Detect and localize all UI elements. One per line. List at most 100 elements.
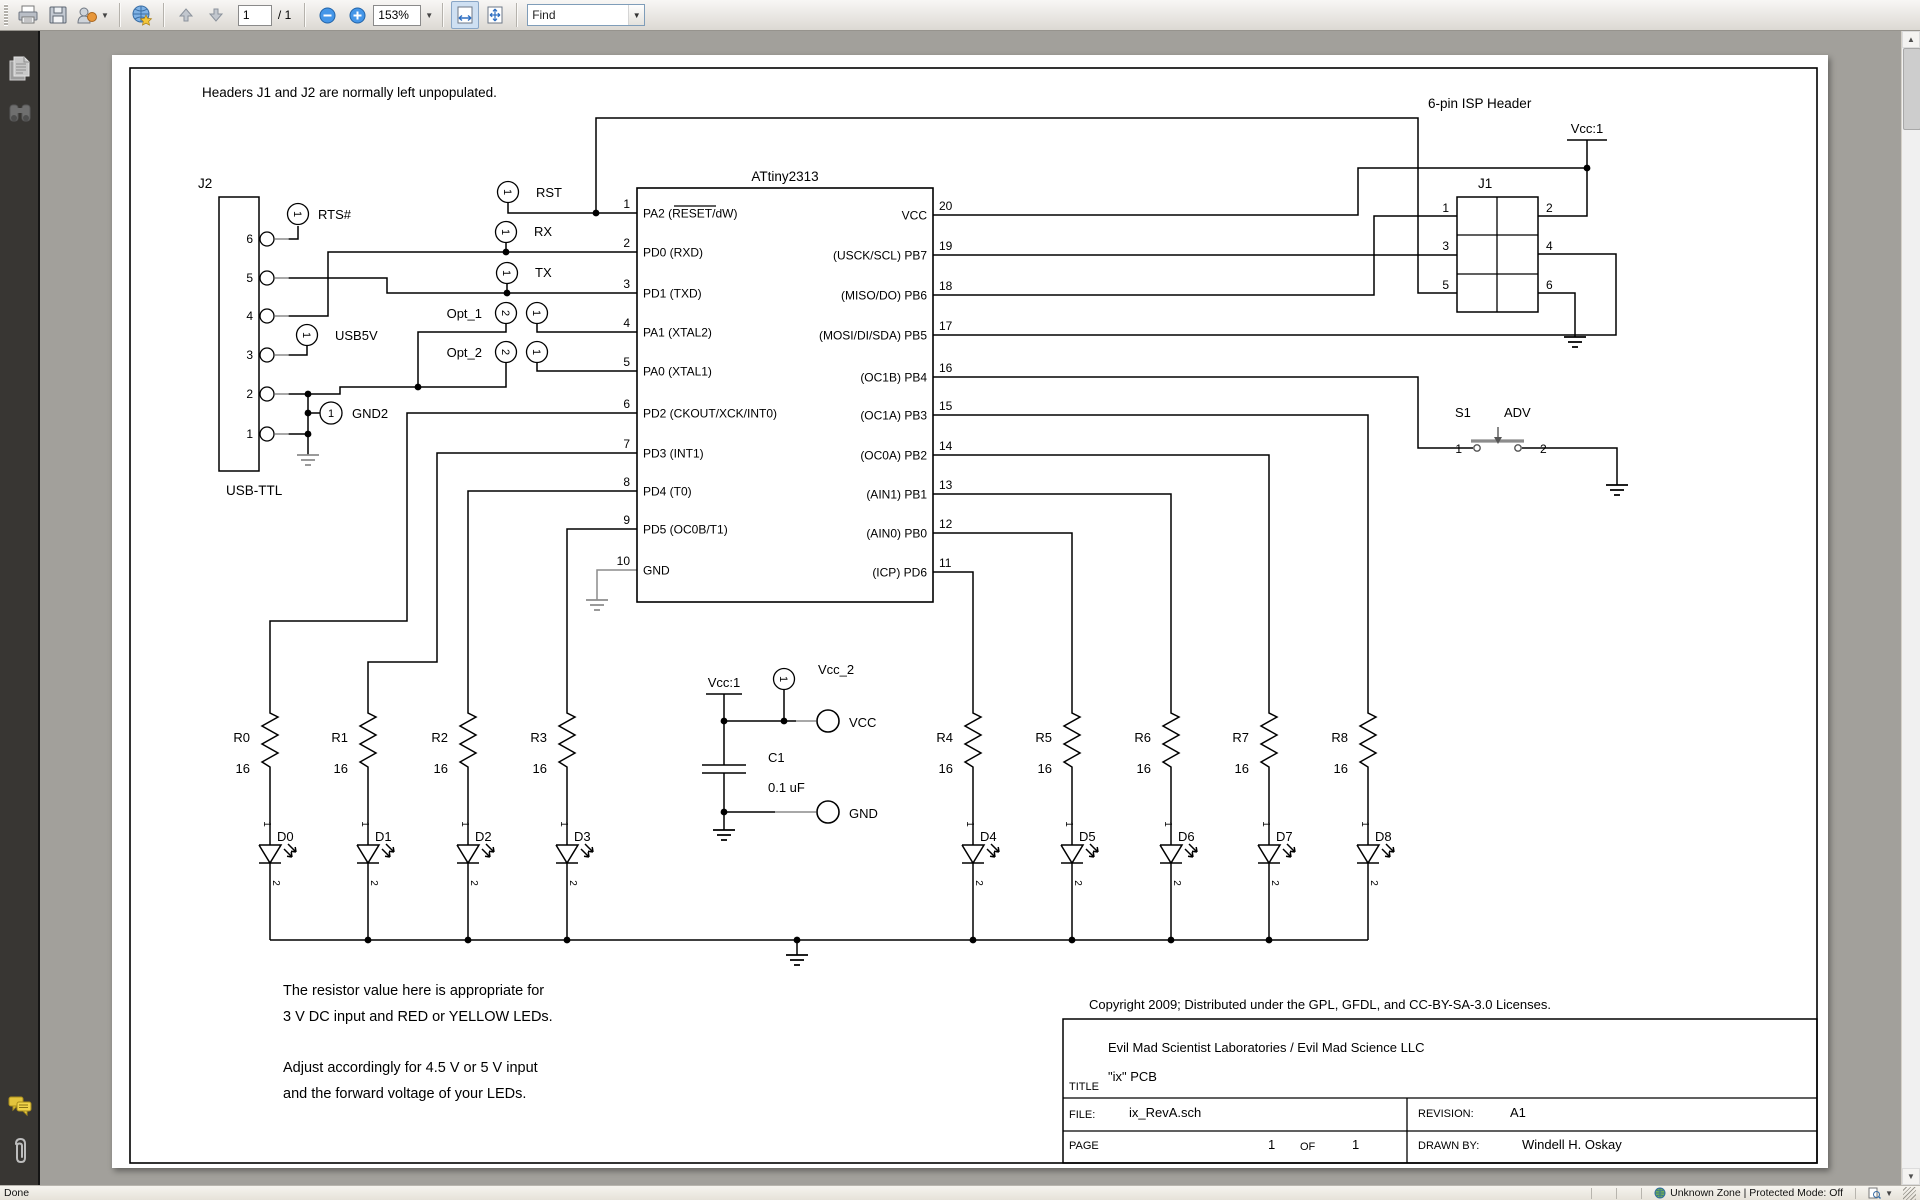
ic-pin-label: PD5 (OC0B/T1) bbox=[643, 523, 728, 537]
page-count-label: / 1 bbox=[278, 8, 291, 22]
collaborate-dropdown-arrow[interactable]: ▼ bbox=[99, 11, 111, 20]
zoom-out-button[interactable] bbox=[313, 1, 341, 29]
schematic-drawing: ATtiny2313 1PA2 (RESET/dW)2PD0 (RXD)3PD1… bbox=[112, 55, 1828, 1168]
print-icon bbox=[17, 5, 39, 25]
fit-width-icon bbox=[455, 5, 475, 25]
resize-grip bbox=[1903, 1187, 1916, 1200]
search-panel-button[interactable] bbox=[7, 101, 33, 130]
s1-switch bbox=[1474, 427, 1521, 451]
arrow-up-icon bbox=[177, 6, 195, 24]
document-viewport[interactable]: ATtiny2313 1PA2 (RESET/dW)2PD0 (RXD)3PD1… bbox=[40, 31, 1901, 1185]
ic-pin-number: 20 bbox=[939, 199, 953, 213]
svg-text:1: 1 bbox=[328, 408, 334, 420]
svg-text:4: 4 bbox=[1546, 239, 1553, 253]
find-dropdown-arrow[interactable]: ▼ bbox=[628, 5, 644, 25]
tb-page-label: PAGE bbox=[1069, 1140, 1099, 1152]
resistor-ref: R0 bbox=[233, 730, 250, 745]
next-page-button[interactable] bbox=[202, 1, 230, 29]
previous-page-button[interactable] bbox=[172, 1, 200, 29]
find-input[interactable] bbox=[528, 8, 628, 22]
svg-text:GND2: GND2 bbox=[352, 406, 388, 421]
toolbar: ▼ / 1 bbox=[0, 0, 1920, 31]
led-pin2-marker: 2 bbox=[1368, 880, 1379, 886]
tb-of: 1 bbox=[1352, 1137, 1359, 1152]
page-number-input[interactable] bbox=[243, 8, 267, 22]
scrollbar-thumb[interactable] bbox=[1903, 48, 1920, 130]
led-pin1-marker: 1 bbox=[1063, 821, 1074, 827]
svg-text:The resistor value here is app: The resistor value here is appropriate f… bbox=[283, 983, 544, 999]
browser-zoom-dropdown-arrow[interactable]: ▼ bbox=[1883, 1189, 1895, 1198]
attachments-panel-button[interactable] bbox=[7, 1136, 33, 1173]
save-button[interactable] bbox=[44, 1, 72, 29]
resistor-value: 16 bbox=[1334, 761, 1348, 776]
vertical-scrollbar[interactable]: ▲ ▼ bbox=[1901, 31, 1920, 1185]
zoom-level-value[interactable]: 153% bbox=[373, 5, 421, 26]
svg-text:ADV: ADV bbox=[1504, 405, 1531, 420]
resistor-value: 16 bbox=[434, 761, 448, 776]
ic-pin-label: (OC0A) PB2 bbox=[860, 449, 927, 463]
svg-text:2: 2 bbox=[246, 387, 253, 401]
toolbar-separator bbox=[304, 3, 306, 27]
toolbar-separator bbox=[442, 3, 444, 27]
resistor-ref: R5 bbox=[1035, 730, 1052, 745]
testpoint-digits: 1 1 1 1 1 2 1 2 1 1 1 bbox=[291, 189, 789, 682]
notes-block: The resistor value here is appropriate f… bbox=[283, 983, 553, 1102]
svg-text:GND: GND bbox=[849, 806, 878, 821]
scroll-down-button[interactable]: ▼ bbox=[1902, 1168, 1920, 1185]
resistor-ref: R6 bbox=[1134, 730, 1151, 745]
ic-pin-number: 5 bbox=[623, 355, 630, 369]
svg-text:6: 6 bbox=[246, 232, 253, 246]
browser-zoom-control[interactable]: ▼ bbox=[1868, 1187, 1895, 1199]
svg-text:Opt_2: Opt_2 bbox=[447, 345, 482, 360]
pdf-viewer-window: ▼ / 1 bbox=[0, 0, 1920, 1200]
tb-of-label: OF bbox=[1300, 1141, 1316, 1153]
led-pin2-marker: 2 bbox=[1072, 880, 1083, 886]
print-button[interactable] bbox=[14, 1, 42, 29]
status-text: Done bbox=[4, 1187, 29, 1199]
resistor-led-column: R8161D82 bbox=[1331, 705, 1394, 940]
scroll-up-button[interactable]: ▲ bbox=[1902, 31, 1920, 48]
share-button[interactable] bbox=[128, 1, 156, 29]
led-ref: D7 bbox=[1276, 829, 1293, 844]
ic-pin-number: 4 bbox=[623, 316, 630, 330]
fit-width-button[interactable] bbox=[451, 1, 479, 29]
led-ref: D8 bbox=[1375, 829, 1392, 844]
pages-panel-button[interactable] bbox=[7, 55, 33, 90]
svg-text:1: 1 bbox=[500, 270, 512, 276]
zoom-in-button[interactable] bbox=[343, 1, 371, 29]
collaborate-button[interactable]: ▼ bbox=[74, 1, 112, 29]
comments-panel-button[interactable] bbox=[7, 1094, 33, 1123]
resistor-ref: R4 bbox=[936, 730, 953, 745]
ic-pin-label: (ICP) PD6 bbox=[872, 566, 927, 580]
j1-pin-numbers: 1 2 3 4 5 6 bbox=[1442, 201, 1553, 292]
svg-text:C1: C1 bbox=[768, 750, 785, 765]
zoom-dropdown-arrow[interactable]: ▼ bbox=[423, 11, 435, 20]
ic-pin-number: 3 bbox=[623, 277, 630, 291]
ic-pin-label: PA0 (XTAL1) bbox=[643, 365, 712, 379]
ic-pin-label: PD1 (TXD) bbox=[643, 287, 702, 301]
ic-pin-label: (MOSI/DI/SDA) PB5 bbox=[819, 329, 927, 343]
ic-title: ATtiny2313 bbox=[751, 169, 818, 184]
svg-text:3 V DC input and RED or YELLOW: 3 V DC input and RED or YELLOW LEDs. bbox=[283, 1009, 553, 1025]
ground-symbol-gray bbox=[297, 455, 608, 610]
ic-pin-label: PD3 (INT1) bbox=[643, 447, 704, 461]
led-pin2-marker: 2 bbox=[468, 880, 479, 886]
tb-file: ix_RevA.sch bbox=[1129, 1105, 1201, 1120]
ic-pin-number: 15 bbox=[939, 399, 953, 413]
svg-text:USB5V: USB5V bbox=[335, 328, 378, 343]
svg-text:S1: S1 bbox=[1455, 405, 1471, 420]
svg-text:1: 1 bbox=[1455, 442, 1462, 456]
svg-text:6: 6 bbox=[1546, 278, 1553, 292]
resistor-value: 16 bbox=[1038, 761, 1052, 776]
ic-pin-label: (OC1B) PB4 bbox=[860, 371, 927, 385]
fit-page-button[interactable] bbox=[481, 1, 509, 29]
led-pin1-marker: 1 bbox=[1359, 821, 1370, 827]
resistor-led-column: R5161D52 bbox=[1035, 705, 1098, 940]
led-pin2-marker: 2 bbox=[1269, 880, 1280, 886]
tb-file-label: FILE: bbox=[1069, 1109, 1095, 1121]
tb-drawn: Windell H. Oskay bbox=[1522, 1137, 1622, 1152]
svg-text:2: 2 bbox=[499, 349, 511, 355]
globe-star-icon bbox=[131, 4, 153, 26]
resistor-value: 16 bbox=[334, 761, 348, 776]
svg-text:Opt_1: Opt_1 bbox=[447, 306, 482, 321]
